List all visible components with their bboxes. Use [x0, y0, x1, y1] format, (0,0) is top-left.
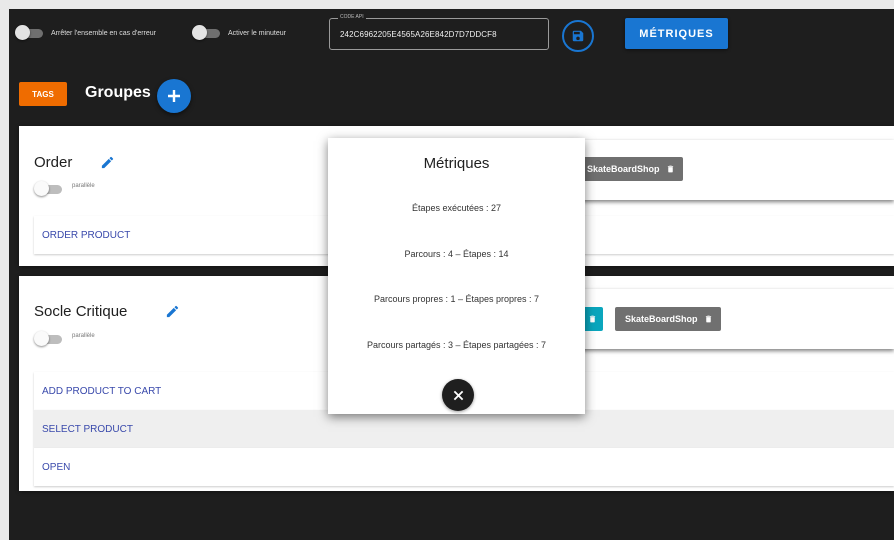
- step-row[interactable]: SELECT PRODUCT: [34, 410, 894, 448]
- metric-line: Parcours propres : 1 – Étapes propres : …: [373, 294, 540, 304]
- metric-line: Parcours : 4 – Étapes : 14: [404, 249, 509, 259]
- stop-on-error-label: Arrêter l'ensemble en cas d'erreur: [51, 29, 156, 37]
- pencil-icon[interactable]: [165, 304, 180, 319]
- metric-line: Étapes exécutées : 27: [411, 203, 502, 213]
- toggle-switch[interactable]: [192, 25, 220, 40]
- tag-chip[interactable]: SkateBoardShop: [615, 307, 721, 331]
- group-tags-panel: SkateBoardShop: [569, 289, 894, 349]
- api-key-field[interactable]: CODE API 242C6962205E4565A26E842D7D7DDCF…: [329, 14, 549, 50]
- parallel-label: parallèle: [72, 333, 95, 339]
- close-icon: [453, 390, 463, 400]
- parallel-toggle[interactable]: [34, 331, 62, 346]
- tag-label: SkateBoardShop: [625, 314, 698, 324]
- api-key-label: CODE API: [338, 14, 366, 20]
- app-window: Arrêter l'ensemble en cas d'erreur Activ…: [9, 9, 894, 540]
- toolbar: Arrêter l'ensemble en cas d'erreur Activ…: [9, 9, 894, 59]
- trash-icon[interactable]: [666, 164, 675, 174]
- save-icon: [572, 30, 584, 42]
- stop-on-error-toggle[interactable]: Arrêter l'ensemble en cas d'erreur: [15, 25, 156, 40]
- metrics-dialog: Métriques Étapes exécutées : 27 Parcours…: [328, 138, 585, 414]
- toggle-switch[interactable]: [15, 25, 43, 40]
- close-button[interactable]: [442, 379, 474, 411]
- pencil-icon[interactable]: [100, 155, 115, 170]
- add-group-button[interactable]: [157, 79, 191, 113]
- parallel-label: parallèle: [72, 183, 95, 189]
- parallel-toggle[interactable]: [34, 181, 62, 196]
- activate-timer-label: Activer le minuteur: [228, 29, 286, 37]
- dialog-title: Métriques: [423, 155, 490, 172]
- group-tags-panel: SkateBoardShop: [569, 140, 894, 200]
- plus-icon: [168, 90, 180, 102]
- metric-line: Parcours partagés : 3 – Étapes partagées…: [366, 340, 547, 350]
- metrics-button[interactable]: MÉTRIQUES: [625, 18, 728, 49]
- tag-chip[interactable]: SkateBoardShop: [577, 157, 683, 181]
- tag-label: SkateBoardShop: [587, 164, 660, 174]
- trash-icon[interactable]: [704, 314, 713, 324]
- group-name: Order: [34, 154, 73, 171]
- api-key-value[interactable]: 242C6962205E4565A26E842D7D7DDCF8: [340, 30, 497, 39]
- tags-chip[interactable]: TAGS: [19, 82, 67, 106]
- activate-timer-toggle[interactable]: Activer le minuteur: [192, 25, 286, 40]
- groups-title: Groupes: [85, 84, 151, 101]
- step-row[interactable]: OPEN: [34, 448, 894, 486]
- trash-icon[interactable]: [588, 314, 597, 324]
- save-button[interactable]: [562, 20, 594, 52]
- group-name: Socle Critique: [34, 303, 128, 320]
